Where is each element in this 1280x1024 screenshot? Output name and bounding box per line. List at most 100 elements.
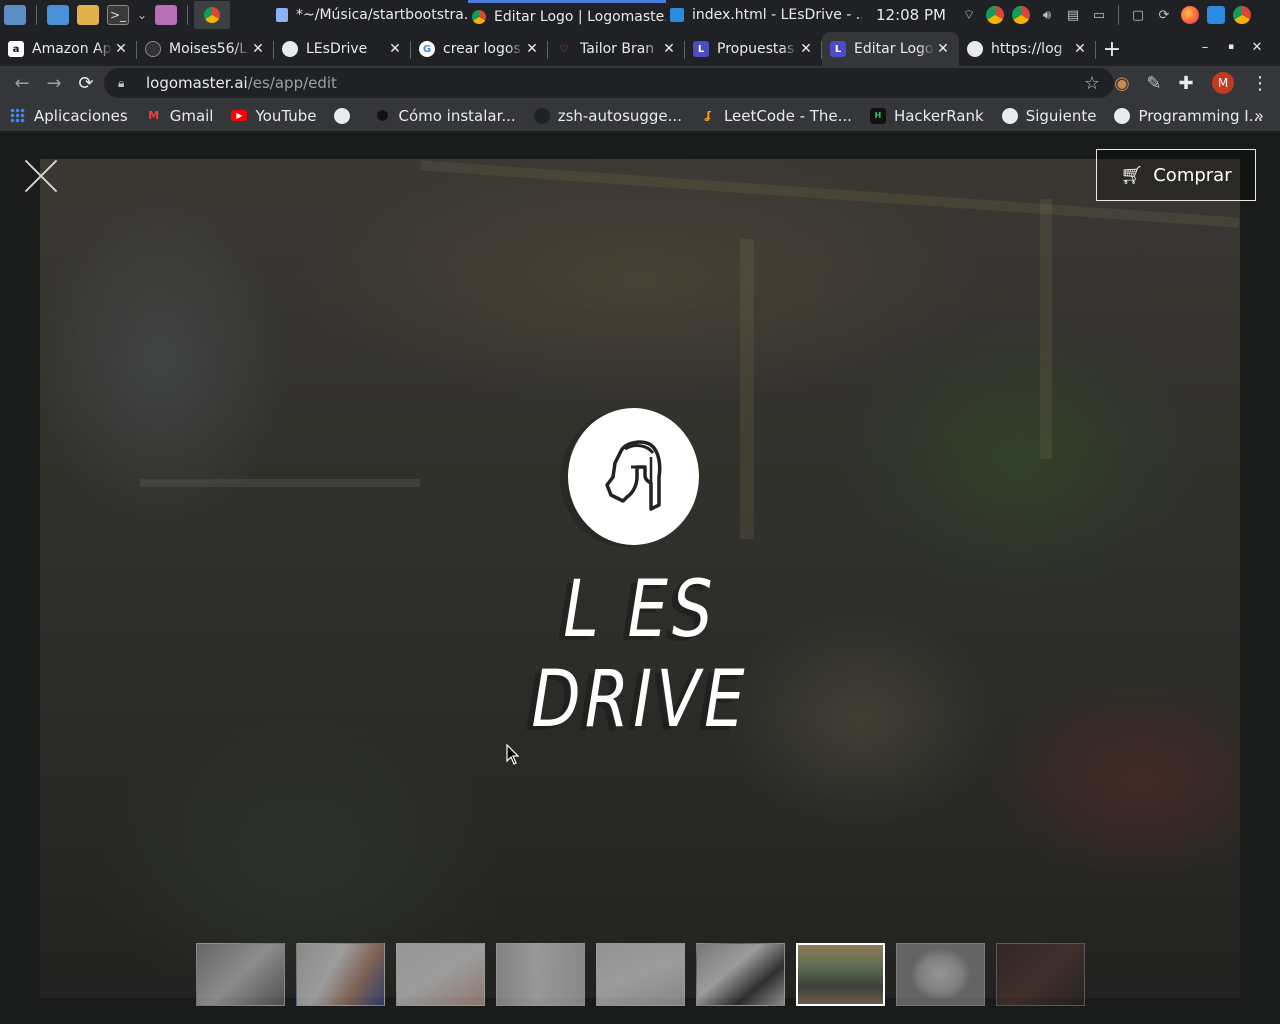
chrome-icon[interactable] [1011,6,1030,24]
clock[interactable]: 12:08 PM [876,6,946,24]
bookmark-leetcode[interactable]: ʆ LeetCode - The... [690,107,860,125]
thumbnail-storefront[interactable] [796,943,885,1006]
chrome-icon[interactable] [1232,6,1251,24]
thumbnail-t-shirt[interactable] [896,943,985,1006]
bookmarks-bar: Aplicaciones M Gmail ▶ YouTube ⬢ Cómo in… [0,100,1280,132]
maximize-icon[interactable]: ▪ [1222,42,1240,52]
close-preview-button[interactable] [22,157,60,195]
taskbar-window-chrome[interactable]: Editar Logo | Logomaste... [468,0,666,30]
bookmarks-overflow-icon[interactable]: » [1254,106,1264,125]
bookmark-label: Aplicaciones [34,106,128,125]
window-controls: – ▪ ✕ [1196,30,1266,64]
extensions-puzzle-icon[interactable]: ✚ [1170,67,1202,99]
close-icon[interactable]: ✕ [250,41,266,57]
back-button[interactable]: ← [6,67,38,99]
buy-button[interactable]: 🛒︎ Comprar [1096,149,1256,201]
bookmark-siguiente[interactable]: Siguiente [992,107,1105,125]
menu-icon[interactable]: ⋮ [1244,67,1276,99]
url-path: /es/app/edit [247,74,337,92]
google-icon: G [419,41,435,57]
bookmark-programming[interactable]: Programming I... [1104,107,1271,125]
tab-github[interactable]: Moises56/L ✕ [137,32,274,66]
reload-button[interactable]: ⟳ [70,67,102,99]
close-icon[interactable]: ✕ [935,41,951,57]
tab-title: Propuestas [717,41,795,57]
bookmark-zsh-autosuggestions[interactable]: zsh-autosugge... [524,107,690,125]
taskbar-window-title: index.html - LEsDrive - ... [692,7,862,23]
bookmark-hackerrank[interactable]: H HackerRank [860,107,992,125]
tab-lesdrive[interactable]: LEsDrive ✕ [274,32,411,66]
star-icon[interactable]: ☆ [1084,73,1100,94]
logomaster-icon: L [830,41,846,57]
thumbnail-hand-card[interactable] [396,943,485,1006]
bookmark-apps[interactable]: Aplicaciones [0,107,136,125]
forward-button[interactable]: → [38,67,70,99]
extension-pen-icon[interactable]: ✎ [1138,67,1170,99]
thumbnail-packaging-box[interactable] [496,943,585,1006]
close-icon[interactable]: ✕ [798,41,814,57]
close-icon[interactable]: ✕ [1072,41,1088,57]
firefox-icon[interactable] [1180,6,1199,24]
refresh-icon[interactable]: ⟳ [1155,6,1173,24]
gmail-icon: M [148,109,160,122]
thumbnail-envelope[interactable] [596,943,685,1006]
tab-propuestas[interactable]: L Propuestas ✕ [685,32,822,66]
tab-amazon[interactable]: a Amazon Ap ✕ [0,32,137,66]
extension-owl-icon[interactable]: ◉ [1106,67,1138,99]
minimize-icon[interactable]: – [1196,40,1214,55]
bookmark-como-instalar[interactable]: ⬢ Cómo instalar... [364,107,523,125]
leetcode-icon: ʆ [704,109,711,122]
vscode-icon [670,8,684,22]
thumbnail-dark-mockup[interactable] [996,943,1085,1006]
folder-icon[interactable] [77,5,99,25]
battery-icon[interactable]: ▭ [1090,6,1108,24]
tab-tailor-brands[interactable]: ♡ Tailor Bran ✕ [548,32,685,66]
tab-title: Tailor Bran [580,41,655,57]
taskbar-window-title: Editar Logo | Logomaste... [494,8,666,25]
youtube-icon: ▶ [231,110,248,121]
wifi-icon[interactable]: ⌔ [960,6,978,24]
os-taskbar: >_ ⌄ *~/Música/startbootstra... Editar L… [0,0,1280,30]
url-domain: logomaster.ai [146,74,248,92]
bookmark-label: Cómo instalar... [398,106,516,125]
close-window-icon[interactable]: ✕ [1248,40,1266,55]
chevron-down-icon[interactable]: ⌄ [137,5,147,25]
logo-emblem [568,408,699,545]
thumbnail-signboard[interactable] [196,943,285,1006]
bookmark-gmail[interactable]: M Gmail [136,107,222,125]
file-manager-icon[interactable] [47,5,69,25]
taskbar-window-editor[interactable]: *~/Música/startbootstra... [272,0,468,30]
close-icon[interactable]: ✕ [113,41,129,57]
media-player-icon[interactable] [155,5,177,25]
tab-editar-logo[interactable]: L Editar Logo ✕ [822,32,959,66]
bookmark-youtube[interactable]: ▶ YouTube [221,107,324,125]
chrome-icon [472,9,486,24]
logo-wordmark: L ES DRIVE [531,565,749,745]
address-bar[interactable]: 🔒︎ logomaster.ai/es/app/edit ☆ [104,68,1114,98]
taskbar-window-vscode[interactable]: index.html - LEsDrive - ... [666,0,862,30]
bookmark-label: zsh-autosugge... [557,106,682,125]
thumbnail-stationery-set[interactable] [696,943,785,1006]
close-icon[interactable]: ✕ [661,41,677,57]
github-icon [145,41,161,57]
thumbnail-phone-in-hand[interactable] [296,943,385,1006]
volume-icon[interactable]: 🔊︎ [1038,6,1056,24]
close-icon[interactable]: ✕ [524,41,540,57]
vscode-icon[interactable] [1206,6,1225,24]
notifications-icon[interactable]: ▤ [1064,6,1082,24]
tab-https-log[interactable]: https://log ✕ [959,32,1096,66]
spartan-helmet-icon [604,439,661,511]
screen-icon[interactable]: ▢ [1129,6,1147,24]
desktop-icon[interactable] [4,5,26,25]
tailor-brands-icon: ♡ [559,43,569,55]
bookmark-globe[interactable] [324,107,364,124]
terminal-icon[interactable]: >_ [107,5,129,25]
new-tab-button[interactable]: + [1096,32,1128,66]
tab-google-search[interactable]: G crear logos ✕ [411,32,548,66]
mockup-thumbnail-strip [196,943,1096,1006]
taskbar-divider [187,5,188,25]
chrome-icon[interactable] [985,6,1004,24]
taskbar-chrome-launcher[interactable] [194,1,230,29]
close-icon[interactable]: ✕ [387,41,403,57]
profile-avatar[interactable]: M [1212,72,1234,94]
